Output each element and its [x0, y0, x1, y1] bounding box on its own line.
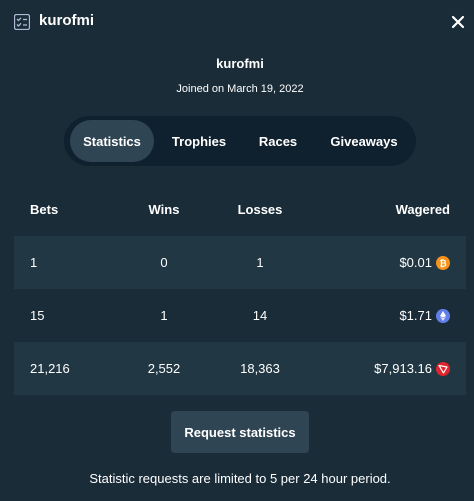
bitcoin-icon: ₿: [436, 255, 450, 270]
table-row: 1 0 1 $0.01 ₿: [14, 236, 466, 289]
table-row: 21,216 2,552 18,363 $7,913.16: [14, 342, 466, 395]
cell-wins: 0: [160, 255, 168, 270]
tab-giveaways[interactable]: Giveaways: [318, 120, 410, 162]
cell-wagered: $7,913.16: [374, 342, 450, 395]
profile-joined-date: Joined on March 19, 2022: [176, 83, 304, 95]
request-limit-note: Statistic requests are limited to 5 per …: [89, 471, 391, 486]
stats-list-icon: [13, 13, 31, 31]
cell-bets: 21,216: [30, 361, 70, 376]
column-header-wins: Wins: [148, 202, 180, 217]
profile-username: kurofmi: [216, 56, 264, 71]
cell-losses: 18,363: [240, 361, 280, 376]
svg-text:₿: ₿: [439, 258, 446, 268]
cell-bets: 15: [30, 308, 45, 323]
tab-statistics[interactable]: Statistics: [70, 120, 154, 162]
cell-wagered: $0.01 ₿: [399, 236, 450, 289]
profile-tabs: Statistics Trophies Races Giveaways: [64, 116, 416, 166]
ethereum-icon: [436, 308, 450, 323]
request-statistics-button[interactable]: Request statistics: [171, 411, 309, 453]
cell-bets: 1: [30, 255, 38, 270]
wagered-amount: $7,913.16: [374, 361, 432, 376]
table-row: 15 1 14 $1.71: [14, 289, 466, 342]
cell-losses: 1: [256, 255, 264, 270]
cell-wins: 1: [160, 308, 168, 323]
tron-icon: [436, 361, 450, 376]
cell-losses: 14: [252, 308, 268, 323]
user-stats-modal: kurofmi kurofmi Joined on March 19, 2022…: [0, 0, 474, 501]
cell-wagered: $1.71: [399, 289, 450, 342]
wagered-amount: $0.01: [399, 255, 432, 270]
modal-title: kurofmi: [39, 12, 95, 29]
column-header-losses: Losses: [237, 202, 283, 217]
tab-trophies[interactable]: Trophies: [160, 120, 238, 162]
close-icon[interactable]: [448, 12, 468, 32]
cell-wins: 2,552: [147, 361, 181, 376]
column-header-bets: Bets: [30, 202, 59, 217]
tab-races[interactable]: Races: [244, 120, 312, 162]
wagered-amount: $1.71: [399, 308, 432, 323]
modal-header: kurofmi: [0, 0, 474, 46]
column-header-wagered: Wagered: [395, 202, 450, 217]
